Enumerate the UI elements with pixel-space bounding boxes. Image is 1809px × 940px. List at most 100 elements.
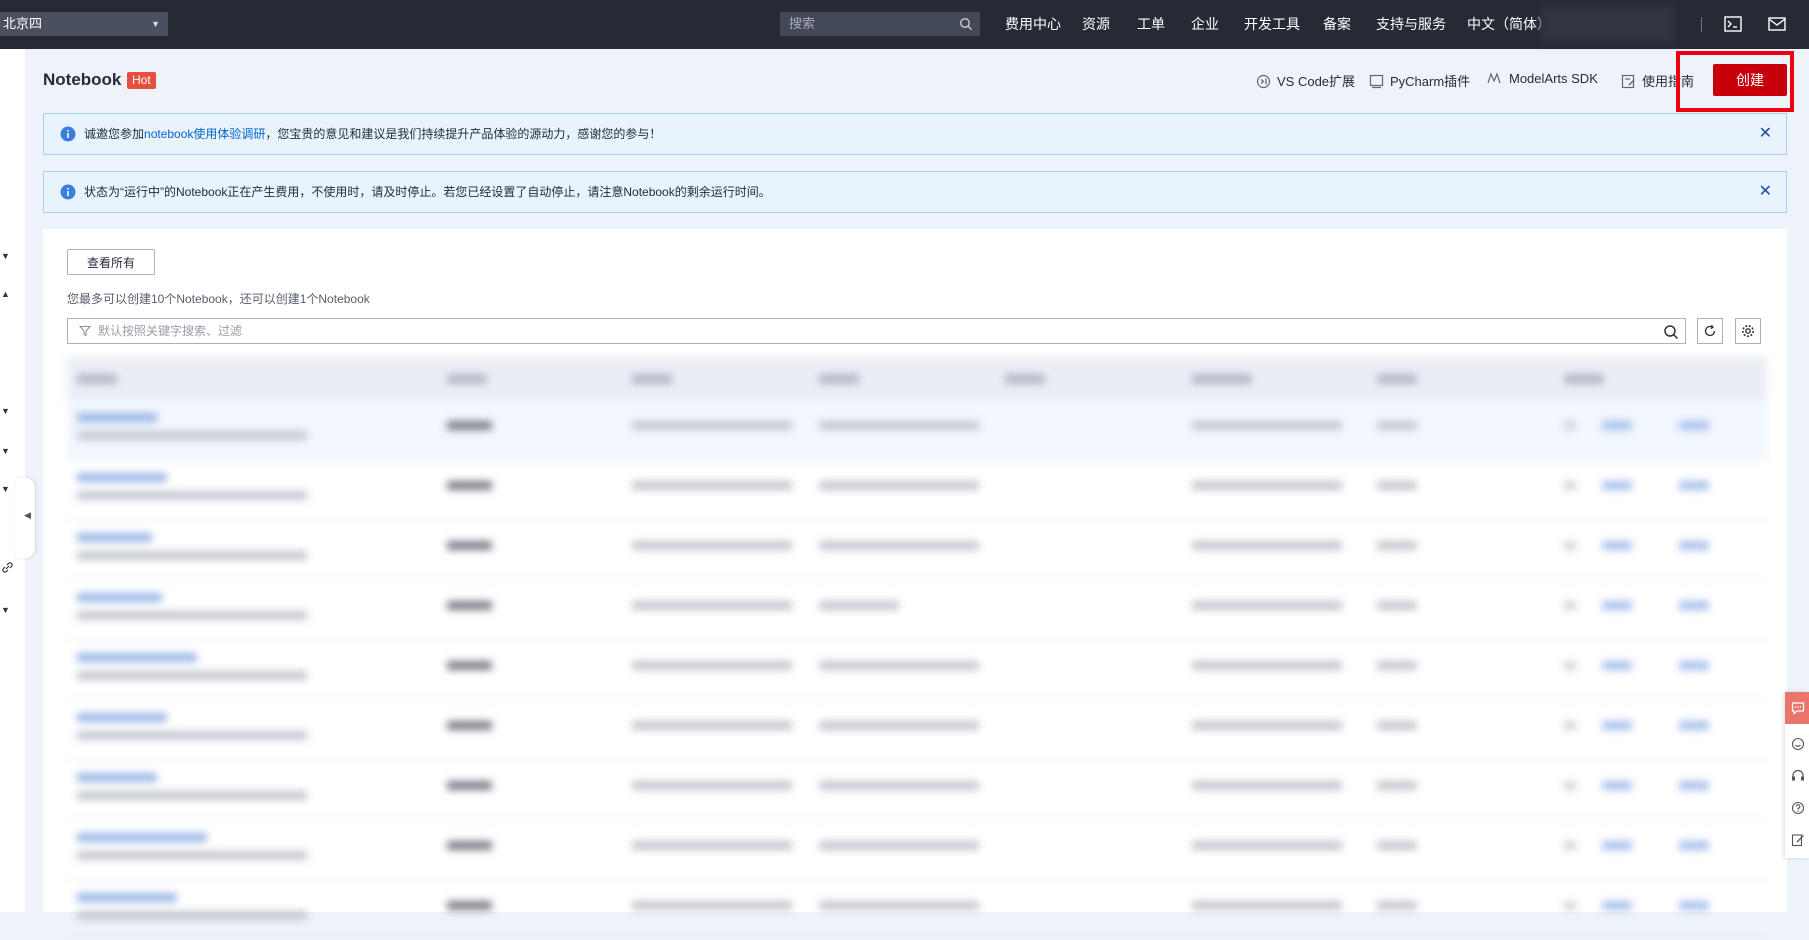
refresh-button[interactable]	[1697, 318, 1723, 344]
chevron-down-icon[interactable]: ▼	[1, 406, 10, 416]
chat-icon	[1791, 702, 1805, 715]
obscured-cell	[1602, 841, 1632, 850]
chevron-up-icon[interactable]: ▲	[1, 289, 10, 299]
survey-text-before: 诚邀您参加	[84, 127, 145, 141]
obscured-cell	[1679, 661, 1709, 670]
region-selector[interactable]: 北京四 ▼	[0, 12, 168, 36]
table-row[interactable]	[67, 639, 1767, 700]
chevron-down-icon[interactable]: ▼	[1, 484, 10, 494]
obscured-cell	[447, 481, 492, 490]
obscured-cell	[1602, 781, 1632, 790]
help-icon[interactable]	[1791, 801, 1805, 815]
table-row[interactable]	[67, 699, 1767, 760]
feedback-button[interactable]	[1785, 692, 1809, 724]
chevron-down-icon[interactable]: ▼	[1, 251, 10, 261]
nav-billing[interactable]: 费用中心	[1005, 0, 1061, 49]
chevron-down-icon[interactable]: ▼	[1, 446, 10, 456]
close-icon[interactable]: ✕	[1759, 172, 1772, 212]
table-row[interactable]	[67, 519, 1767, 580]
obscured-cell	[819, 901, 979, 910]
table-row[interactable]	[67, 579, 1767, 640]
floating-toolbar	[1785, 692, 1809, 858]
obscured-cell	[1192, 661, 1342, 670]
top-bar: 北京四 ▼ 搜索 费用中心 资源 工单 企业 开发工具 备案 支持与服务 中文（…	[0, 0, 1809, 49]
pycharm-icon	[1369, 74, 1384, 89]
hot-badge: Hot	[127, 72, 156, 89]
obscured-cell	[1679, 481, 1709, 490]
account-info[interactable]	[1540, 6, 1675, 42]
nav-resources[interactable]: 资源	[1082, 0, 1110, 49]
sdk-label: ModelArts SDK	[1509, 71, 1598, 86]
obscured-cell	[1377, 841, 1417, 850]
nav-tickets[interactable]: 工单	[1137, 0, 1165, 49]
obscured-cell	[1192, 601, 1342, 610]
obscured-cell	[819, 661, 979, 670]
obscured-cell	[1192, 901, 1342, 910]
obscured-cell	[77, 593, 162, 602]
region-label: 北京四	[3, 16, 43, 31]
obscured-cell	[819, 481, 979, 490]
refresh-icon	[1704, 324, 1716, 337]
collapse-nav-handle[interactable]: ◀	[15, 478, 35, 558]
search-placeholder: 搜索	[789, 16, 816, 31]
page-title: Notebook	[43, 70, 122, 89]
obscured-cell	[447, 841, 492, 850]
smile-icon[interactable]	[1791, 737, 1805, 751]
pycharm-plugin-link[interactable]: PyCharm插件	[1369, 71, 1470, 90]
nav-dev-tools[interactable]: 开发工具	[1244, 0, 1300, 49]
table-row[interactable]	[67, 819, 1767, 880]
search-filter-input[interactable]: 默认按照关键字搜索、过滤	[67, 318, 1686, 344]
obscured-cell	[819, 841, 979, 850]
terminal-icon[interactable]	[1724, 16, 1742, 32]
nav-language[interactable]: 中文（简体）	[1467, 0, 1551, 49]
obscured-cell	[1377, 781, 1417, 790]
modelarts-sdk-link[interactable]: ModelArts SDK	[1487, 71, 1598, 86]
headset-icon[interactable]	[1791, 769, 1805, 783]
nav-enterprise[interactable]: 企业	[1191, 0, 1219, 49]
mail-icon[interactable]	[1768, 16, 1786, 32]
vscode-extension-link[interactable]: VS Code扩展	[1256, 71, 1355, 90]
global-search-input[interactable]: 搜索	[780, 12, 980, 36]
billing-text: 状态为“运行中”的Notebook正在产生费用，不使用时，请及时停止。若您已经设…	[84, 185, 771, 199]
table-row[interactable]	[67, 879, 1767, 940]
column-header	[632, 374, 672, 384]
info-icon	[60, 184, 76, 200]
obscured-cell	[77, 713, 167, 722]
obscured-cell	[632, 481, 792, 490]
obscured-cell	[447, 601, 492, 610]
obscured-cell	[1602, 601, 1632, 610]
obscured-cell	[1679, 841, 1709, 850]
obscured-cell	[1377, 601, 1417, 610]
nav-filing[interactable]: 备案	[1323, 0, 1351, 49]
chevron-left-icon: ◀	[24, 510, 31, 520]
table-row[interactable]	[67, 459, 1767, 520]
obscured-cell	[1679, 541, 1709, 550]
obscured-cell	[77, 731, 307, 740]
obscured-cell	[1564, 721, 1576, 730]
obscured-cell	[1377, 481, 1417, 490]
table-row[interactable]	[67, 759, 1767, 820]
obscured-cell	[77, 653, 197, 662]
obscured-cell	[77, 791, 307, 800]
view-all-button[interactable]: 查看所有	[67, 249, 155, 275]
gear-icon	[1742, 325, 1754, 337]
link-icon[interactable]	[1, 561, 14, 574]
modelarts-icon	[1487, 72, 1501, 84]
close-icon[interactable]: ✕	[1759, 114, 1772, 154]
obscured-cell	[819, 781, 979, 790]
chevron-down-icon[interactable]: ▼	[1, 605, 10, 615]
obscured-cell	[1377, 421, 1417, 430]
search-icon[interactable]	[959, 17, 973, 31]
survey-text-after: ，您宝贵的意见和建议是我们持续提升产品体验的源动力，感谢您的参与！	[265, 127, 662, 141]
settings-button[interactable]	[1735, 318, 1761, 344]
edit-note-icon[interactable]	[1791, 833, 1805, 847]
obscured-cell	[77, 611, 307, 620]
nav-support[interactable]: 支持与服务	[1376, 0, 1446, 49]
obscured-cell	[1679, 901, 1709, 910]
table-row[interactable]	[67, 399, 1767, 460]
column-header	[1005, 374, 1045, 384]
obscured-cell	[1192, 481, 1342, 490]
search-icon[interactable]	[1663, 324, 1679, 340]
survey-link[interactable]: notebook使用体验调研	[144, 127, 265, 141]
obscured-cell	[1564, 481, 1576, 490]
